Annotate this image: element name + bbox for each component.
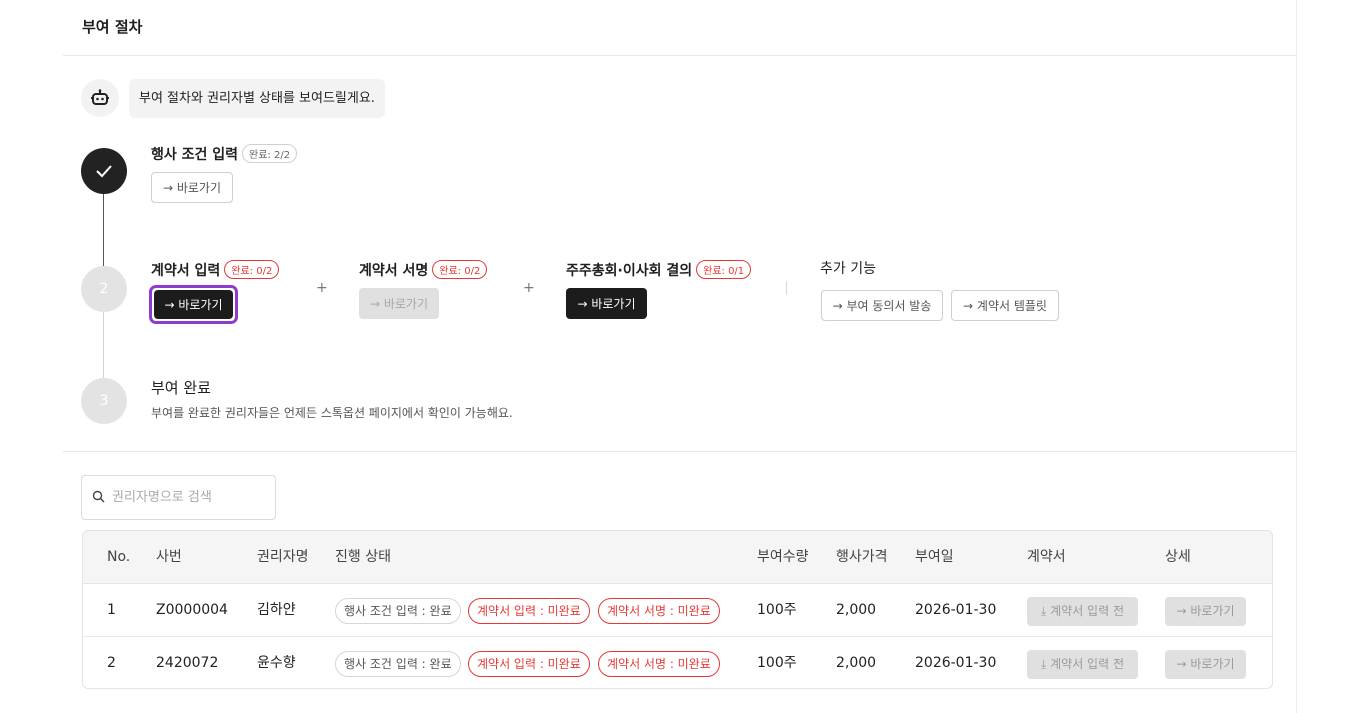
task-contract-sign-goto-button[interactable]: → 바로가기 [359,288,439,319]
section-divider [63,451,1297,452]
grantee-table: No. 사번 권리자명 진행 상태 부여수량 행사가격 부여일 계약서 상세 1… [82,530,1273,689]
col-emp-id: 사번 [156,549,182,565]
timeline-line-2 [103,312,104,380]
status-pill-contract-input: 계약서 입력 : 미완료 [468,598,590,624]
row-quantity: 100주 [757,602,797,618]
task-resolution-label: 주주총회·이사회 결의 [566,263,693,279]
col-detail: 상세 [1165,549,1191,565]
contract-download-button[interactable]: ⤓ 계약서 입력 전 [1027,650,1138,679]
task-contract-sign-label: 계약서 서명 [359,263,429,279]
step-1-goto-button[interactable]: → 바로가기 [151,172,233,203]
col-status: 진행 상태 [335,549,391,565]
step-3-title: 부여 완료 [151,379,211,397]
download-icon: ⤓ [1041,604,1051,618]
step-2-circle: 2 [81,266,127,312]
table-header: No. 사번 권리자명 진행 상태 부여수량 행사가격 부여일 계약서 상세 [83,531,1272,584]
search-icon [92,490,105,503]
send-consent-button[interactable]: → 부여 동의서 발송 [821,290,943,321]
row-emp-id: 2420072 [156,655,219,671]
contract-download-button[interactable]: ⤓ 계약서 입력 전 [1027,597,1138,626]
row-quantity: 100주 [757,655,797,671]
status-pill-contract-sign: 계약서 서명 : 미완료 [598,598,720,624]
row-date: 2026-01-30 [915,655,997,671]
status-pill-contract-input: 계약서 입력 : 미완료 [468,651,590,677]
row-detail-button[interactable]: → 바로가기 [1165,650,1246,679]
bot-message: 부여 절차와 권리자별 상태를 보여드릴게요. [129,79,385,118]
plus-sign-2: + [523,280,535,296]
row-price: 2,000 [836,602,877,618]
row-date: 2026-01-30 [915,602,997,618]
contract-button-label: 계약서 입력 전 [1050,604,1124,618]
col-name: 권리자명 [257,549,309,565]
task-contract-input-title: 계약서 입력 완료: 0/2 [151,260,280,280]
col-no: No. [107,549,131,565]
status-pill-terms: 행사 조건 입력 : 완료 [335,651,461,677]
task-resolution-badge: 완료: 0/1 [696,260,752,279]
step-1-label: 행사 조건 입력 [151,147,239,163]
status-pill-terms: 행사 조건 입력 : 완료 [335,598,461,624]
row-no: 2 [107,655,116,671]
search-box [81,475,276,520]
task-contract-sign-badge: 완료: 0/2 [432,260,488,279]
section-header: 부여 절차 [63,0,1297,56]
download-icon: ⤓ [1041,657,1051,671]
extra-separator [786,281,787,295]
contract-button-label: 계약서 입력 전 [1050,657,1124,671]
task-contract-sign-title: 계약서 서명 완료: 0/2 [359,260,488,280]
row-no: 1 [107,602,116,618]
col-date: 부여일 [915,549,954,565]
col-quantity: 부여수량 [757,549,809,565]
page-title: 부여 절차 [82,18,143,36]
step-3-circle: 3 [81,378,127,424]
task-contract-input-label: 계약서 입력 [151,263,221,279]
row-name: 윤수향 [257,655,296,671]
task-resolution-title: 주주총회·이사회 결의 완료: 0/1 [566,260,752,280]
task-resolution-goto-button[interactable]: → 바로가기 [566,288,647,319]
search-input[interactable] [112,484,267,511]
plus-sign-1: + [316,280,328,296]
check-icon [96,165,112,178]
contract-template-button[interactable]: → 계약서 템플릿 [951,290,1059,321]
step-3-description: 부여를 완료한 권리자들은 언제든 스톡옵션 페이지에서 확인이 가능해요. [151,406,513,420]
timeline-line-1 [103,194,104,266]
status-pill-contract-sign: 계약서 서명 : 미완료 [598,651,720,677]
table-row: 1 Z0000004 김하얀 행사 조건 입력 : 완료 계약서 입력 : 미완… [83,584,1272,637]
step-1-done-circle [81,148,127,194]
col-price: 행사가격 [836,549,888,565]
col-contract: 계약서 [1027,549,1066,565]
extra-features-title: 추가 기능 [820,261,876,277]
row-emp-id: Z0000004 [156,602,228,618]
robot-icon [81,79,119,117]
task-contract-input-goto-button[interactable]: → 바로가기 [154,290,233,319]
task-contract-input-badge: 완료: 0/2 [224,260,280,279]
table-row: 2 2420072 윤수향 행사 조건 입력 : 완료 계약서 입력 : 미완료… [83,637,1272,688]
row-detail-button[interactable]: → 바로가기 [1165,597,1246,626]
row-price: 2,000 [836,655,877,671]
step-1-title: 행사 조건 입력 완료: 2/2 [151,144,298,164]
step-1-badge: 완료: 2/2 [242,144,298,163]
row-name: 김하얀 [257,602,296,618]
